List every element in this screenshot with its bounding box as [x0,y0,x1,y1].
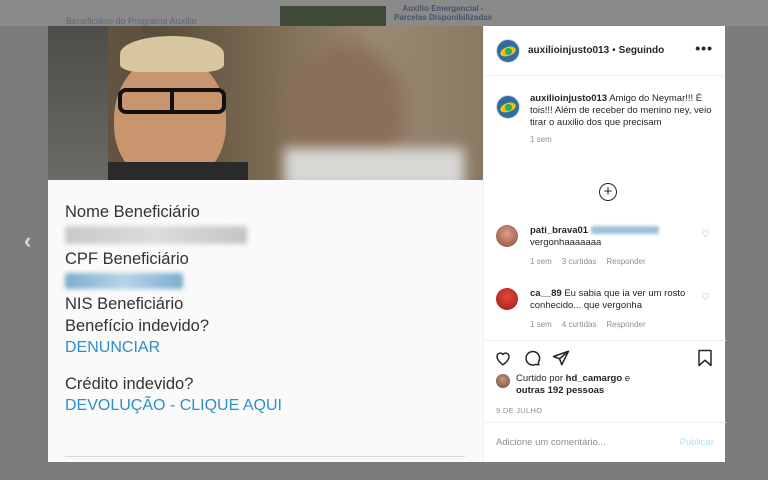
save-bookmark-icon[interactable] [697,349,713,367]
name-value-blurred [65,226,247,244]
comment-like-heart-icon[interactable]: ♡ [701,229,710,240]
reply-button[interactable]: Responder [606,257,645,266]
commenter-username[interactable]: ca__89 [530,288,562,299]
post-caption: auxilioinjusto013 Amigo do Neymar!!! É t… [496,93,718,144]
background-link: Beneficiário do Programa Auxílio [66,16,197,26]
benefit-label: Benefício indevido? [65,317,210,335]
cpf-value-blurred [65,273,183,289]
load-more-comments-icon[interactable]: + [599,183,617,201]
comment-icon[interactable] [523,349,541,367]
photo-person-glasses [118,88,226,114]
blurred-mention [590,226,659,235]
commenter-avatar[interactable] [496,288,518,310]
refund-link[interactable]: DEVOLUÇÃO - CLIQUE AQUI [65,395,465,417]
photo-background-wall [48,26,108,180]
publish-button[interactable]: Publicar [680,437,714,448]
post-sidebar: auxilioinjusto013 • Seguindo ••• auxilio… [483,26,726,462]
report-link[interactable]: DENUNCIAR [65,337,465,359]
photo-person-shirt [108,162,248,180]
beneficiary-info: Nome Beneficiário CPF Beneficiário NIS B… [65,201,465,417]
comment-likes[interactable]: 3 curtidas [562,257,597,266]
background-banner-text: Auxílio Emergencial - Parcelas Disponibi… [393,4,493,22]
share-icon[interactable] [552,349,570,367]
post-username[interactable]: auxilioinjusto013 [528,45,609,56]
comment-like-heart-icon[interactable]: ♡ [701,292,710,303]
post-media: Nome Beneficiário CPF Beneficiário NIS B… [48,26,483,462]
add-comment-bar: Adicione um comentário... Publicar [484,422,726,462]
likes-count-link[interactable]: outras 192 pessoas [516,385,604,396]
comment-input[interactable]: Adicione um comentário... [496,437,606,448]
background-banner-image [280,6,386,26]
liked-by: Curtido por hd_camargo e outras 192 pesso… [496,373,630,397]
caption-avatar[interactable] [496,95,520,119]
avatar[interactable] [496,38,520,63]
commenter-avatar[interactable] [496,225,518,247]
comment-text: vergonhaaaaaaa [530,237,602,248]
previous-post-arrow-icon[interactable]: ‹ [24,228,31,254]
commenter-username[interactable]: pati_brava01 [530,225,588,236]
caption-username[interactable]: auxilioinjusto013 [530,93,607,104]
post-actions [484,340,726,370]
instagram-post-modal: Nome Beneficiário CPF Beneficiário NIS B… [48,26,726,462]
post-photo [48,26,483,180]
photo-person-hair [120,36,224,72]
post-date: 9 DE JULHO [496,406,543,415]
liker-username[interactable]: hd_camargo [566,373,623,384]
comment-likes[interactable]: 4 curtidas [562,320,597,329]
comment-item: ca__89 Eu sabia que ia ver um rosto conh… [496,288,718,329]
more-options-icon[interactable]: ••• [695,40,713,56]
cpf-label: CPF Beneficiário [65,250,189,268]
post-header: auxilioinjusto013 • Seguindo [484,26,725,76]
credit-label: Crédito indevido? [65,375,194,393]
name-label: Nome Beneficiário [65,203,200,221]
reply-button[interactable]: Responder [606,320,645,329]
comment-time: 1 sem [530,257,552,266]
liker-avatar[interactable] [496,374,510,388]
photo-blurred-shirt [284,148,464,180]
media-divider [65,456,465,457]
comment-item: pati_brava01 vergonhaaaaaaa 1 sem 3 curti… [496,225,718,266]
caption-time: 1 sem [530,135,552,144]
like-heart-icon[interactable] [494,349,512,367]
follow-status-button[interactable]: Seguindo [619,45,665,56]
nis-label: NIS Beneficiário [65,295,184,313]
comment-time: 1 sem [530,320,552,329]
